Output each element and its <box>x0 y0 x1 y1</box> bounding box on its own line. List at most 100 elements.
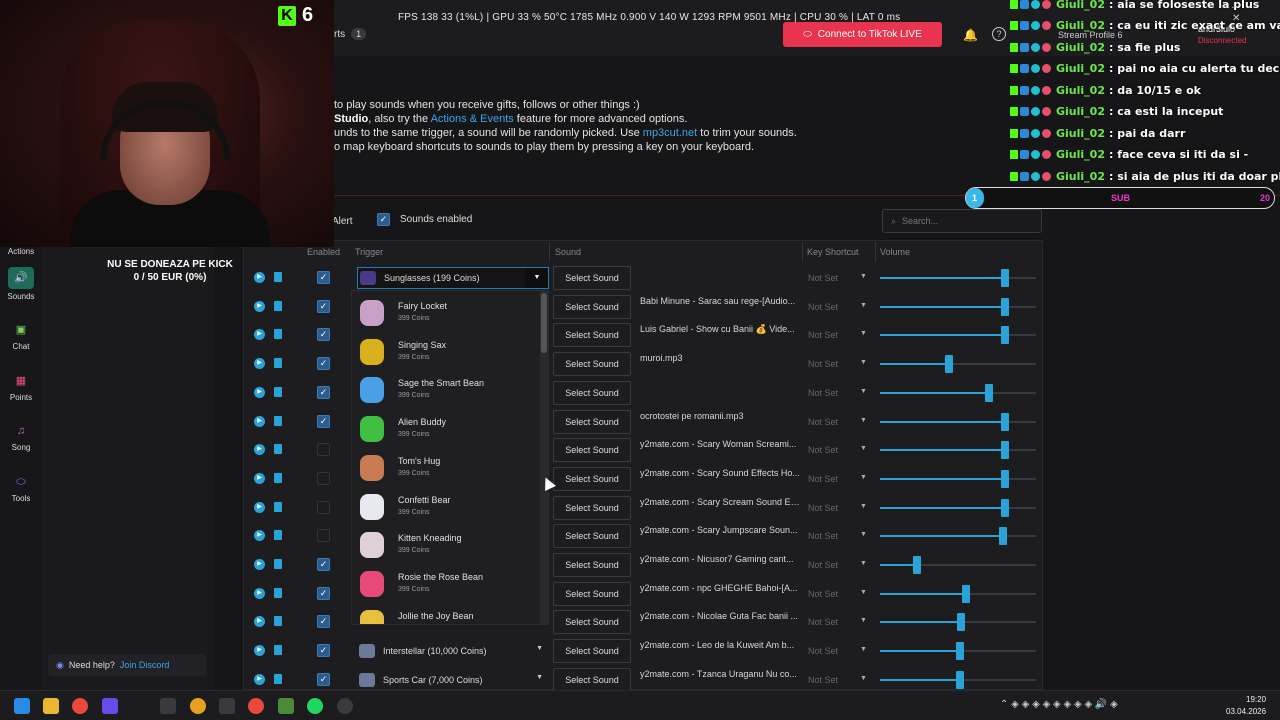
volume-slider[interactable] <box>880 670 1036 689</box>
select-sound-button[interactable]: Select Sound <box>553 495 631 520</box>
volume-handle[interactable] <box>1000 412 1009 431</box>
volume-slider[interactable] <box>880 469 1036 488</box>
select-sound-button[interactable]: Select Sound <box>553 409 631 434</box>
select-sound-button[interactable]: Select Sound <box>553 553 631 577</box>
key-shortcut-value[interactable]: Not Set <box>808 474 838 484</box>
volume-slider[interactable] <box>880 498 1036 517</box>
play-icon[interactable]: ▶ <box>254 386 265 398</box>
volume-handle[interactable] <box>1000 326 1009 345</box>
volume-handle[interactable] <box>957 613 966 632</box>
sidebar-item-actions[interactable]: Actions <box>0 247 42 256</box>
volume-slider[interactable] <box>880 556 1036 574</box>
key-shortcut-value[interactable]: Not Set <box>808 445 838 455</box>
play-icon[interactable]: ▶ <box>254 444 265 456</box>
enabled-checkbox[interactable]: ✓ <box>317 672 330 686</box>
chevron-down-icon[interactable]: ▼ <box>860 359 867 366</box>
trigger-dropdown[interactable]: Fairy Locket 399 Coins Singing Sax 399 C… <box>351 290 549 625</box>
enabled-checkbox[interactable]: ✓ <box>317 385 330 399</box>
play-icon[interactable]: ▶ <box>254 300 265 312</box>
join-discord-link[interactable]: Join Discord <box>120 660 170 670</box>
trash-icon[interactable] <box>274 444 282 455</box>
select-sound-button[interactable]: Select Sound <box>553 352 631 377</box>
app-icon[interactable] <box>190 698 206 714</box>
trash-icon[interactable] <box>274 472 282 483</box>
play-icon[interactable]: ▶ <box>254 530 265 542</box>
volume-slider[interactable] <box>880 642 1036 661</box>
select-sound-button[interactable]: Select Sound <box>553 466 631 491</box>
volume-slider[interactable] <box>880 355 1036 374</box>
volume-handle[interactable] <box>1000 269 1009 287</box>
volume-slider[interactable] <box>880 269 1036 287</box>
dropdown-option[interactable]: Kitten Kneading 399 Coins <box>352 527 542 565</box>
select-sound-button[interactable]: Select Sound <box>553 524 631 549</box>
play-icon[interactable]: ▶ <box>254 472 265 484</box>
dropdown-option[interactable]: Jollie the Joy Bean 399 Coins <box>352 605 542 624</box>
chevron-down-icon[interactable]: ▼ <box>536 645 543 652</box>
discord-app-icon[interactable] <box>102 698 118 714</box>
spotify-icon[interactable] <box>307 698 323 714</box>
trash-icon[interactable] <box>274 329 282 340</box>
key-shortcut-value[interactable]: Not Set <box>808 503 838 513</box>
chevron-down-icon[interactable]: ▼ <box>860 617 867 624</box>
enabled-checkbox[interactable]: ✓ <box>317 328 330 342</box>
chevron-down-icon[interactable]: ▼ <box>536 674 543 681</box>
select-sound-button[interactable]: Select Sound <box>553 266 631 290</box>
play-icon[interactable]: ▶ <box>254 329 265 341</box>
volume-handle[interactable] <box>955 642 964 661</box>
enabled-checkbox[interactable]: ✓ <box>317 615 330 629</box>
key-shortcut-value[interactable]: Not Set <box>808 617 838 627</box>
scroll-thumb[interactable] <box>541 293 547 353</box>
file-explorer-icon[interactable] <box>43 698 59 714</box>
app-icon[interactable] <box>248 698 264 714</box>
obs-icon[interactable] <box>337 698 353 714</box>
play-icon[interactable]: ▶ <box>254 415 265 427</box>
play-icon[interactable]: ▶ <box>254 272 265 283</box>
actions-events-link[interactable]: Actions & Events <box>431 113 514 125</box>
trigger-select[interactable]: Sports Car (7,000 Coins) ▼ <box>357 669 549 691</box>
volume-slider[interactable] <box>880 584 1036 603</box>
key-shortcut-value[interactable]: Not Set <box>808 646 838 656</box>
select-sound-button[interactable]: Select Sound <box>553 323 631 348</box>
play-icon[interactable]: ▶ <box>254 645 265 657</box>
windows-start-icon[interactable] <box>14 698 30 714</box>
trash-icon[interactable] <box>274 530 282 541</box>
sounds-enabled-toggle[interactable]: ✓ Sounds enabled <box>377 213 472 226</box>
select-sound-button[interactable]: Select Sound <box>553 581 631 606</box>
trash-icon[interactable] <box>274 300 282 311</box>
dropdown-option[interactable]: Alien Buddy 399 Coins <box>352 411 542 449</box>
mp3cut-link[interactable]: mp3cut.net <box>643 127 697 139</box>
chevron-down-icon[interactable]: ▼ <box>860 417 867 424</box>
trash-icon[interactable] <box>274 587 282 598</box>
key-shortcut-value[interactable]: Not Set <box>808 675 838 685</box>
chevron-down-icon[interactable]: ▼ <box>860 474 867 481</box>
play-icon[interactable]: ▶ <box>254 616 265 628</box>
key-shortcut-value[interactable]: Not Set <box>808 302 838 312</box>
trash-icon[interactable] <box>274 616 282 627</box>
sidebar-item-points[interactable]: ▦ Points <box>0 372 42 402</box>
trash-icon[interactable] <box>274 415 282 426</box>
select-sound-button[interactable]: Select Sound <box>553 438 631 463</box>
key-shortcut-value[interactable]: Not Set <box>808 273 838 283</box>
chevron-down-icon[interactable]: ▼ <box>860 388 867 395</box>
play-icon[interactable]: ▶ <box>254 587 265 599</box>
sidebar-item-tools[interactable]: ⬭ Tools <box>0 473 42 503</box>
enabled-checkbox[interactable]: ✓ <box>317 586 330 600</box>
chrome-icon[interactable] <box>72 698 88 714</box>
key-shortcut-value[interactable]: Not Set <box>808 330 838 340</box>
chevron-down-icon[interactable]: ▼ <box>860 330 867 337</box>
key-shortcut-value[interactable]: Not Set <box>808 531 838 541</box>
volume-handle[interactable] <box>1000 441 1009 460</box>
volume-slider[interactable] <box>880 383 1036 402</box>
tab-partial[interactable]: rts 1 <box>334 28 367 40</box>
key-shortcut-value[interactable]: Not Set <box>808 359 838 369</box>
volume-handle[interactable] <box>1000 498 1009 517</box>
volume-slider[interactable] <box>880 326 1036 345</box>
select-sound-button[interactable]: Select Sound <box>553 380 631 405</box>
volume-slider[interactable] <box>880 441 1036 460</box>
volume-slider[interactable] <box>880 613 1036 632</box>
connect-tiktok-button[interactable]: ⬭ Connect to TikTok LIVE <box>783 22 942 47</box>
select-sound-button[interactable]: Select Sound <box>553 639 631 664</box>
volume-handle[interactable] <box>985 383 994 402</box>
enabled-checkbox[interactable] <box>317 529 330 543</box>
enabled-checkbox[interactable]: ✓ <box>317 558 330 571</box>
